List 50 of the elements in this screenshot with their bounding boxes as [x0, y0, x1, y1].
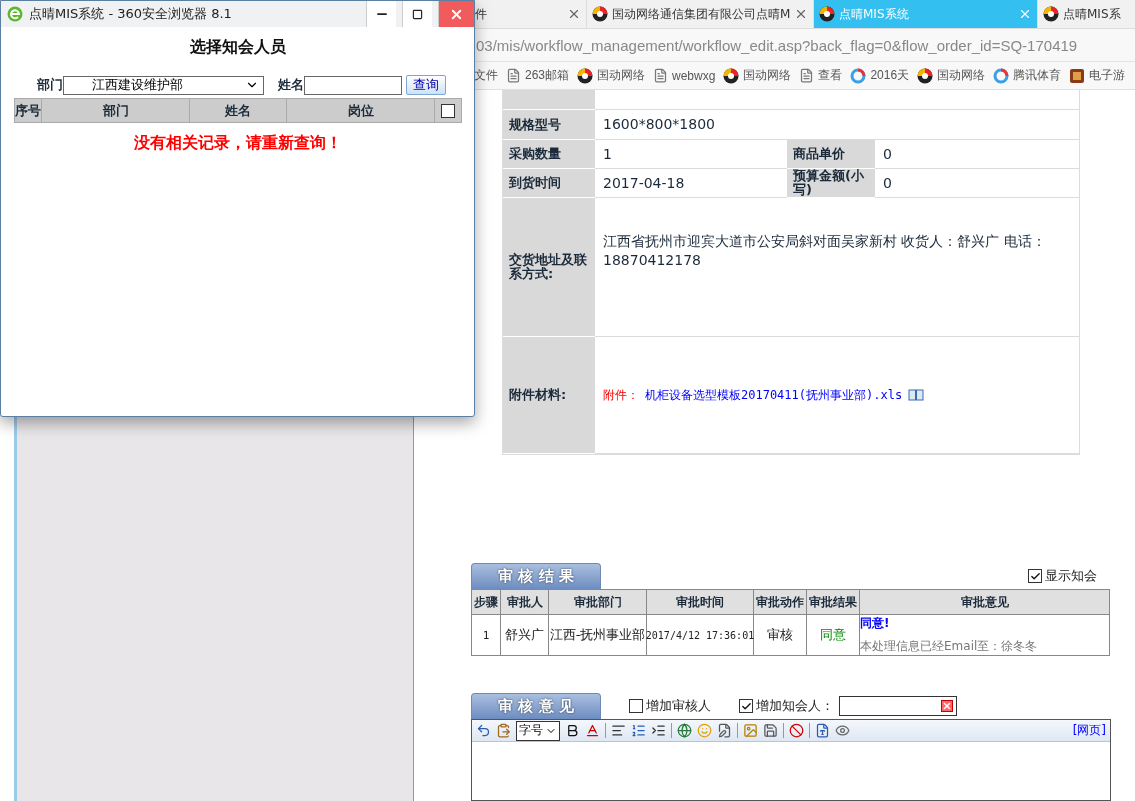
bookmark[interactable]: 查看	[799, 67, 843, 84]
field-label: 交货地址及联系方式:	[503, 198, 595, 337]
table-cell: 1	[472, 615, 501, 656]
bookmark[interactable]: 263邮箱	[506, 67, 570, 84]
bookmark[interactable]: 国动网络	[577, 67, 646, 84]
field-label: 姓名	[278, 76, 304, 94]
column-header: 岗位	[287, 99, 435, 122]
attachment-link[interactable]: 机柜设备选型模板20170411(抚州事业部).xls	[645, 386, 903, 404]
source-link[interactable]: [网页]	[1072, 722, 1106, 739]
attachment-label: 附件：	[603, 386, 639, 404]
bookmark[interactable]: 国动网络	[723, 67, 792, 84]
column-header: 序号	[15, 99, 42, 122]
notice-text: 本处理信息已经Email至：徐冬冬	[860, 638, 1039, 655]
opinion-text: 同意!	[860, 615, 891, 632]
column-header: 审批意见	[860, 590, 1110, 615]
field-label: 到货时间	[503, 169, 595, 198]
department-select[interactable]: 江西建设维护部	[63, 75, 264, 95]
checkbox-label: 增加知会人：	[756, 697, 834, 715]
column-header: 审批动作	[754, 590, 807, 615]
table-cell: 舒兴广	[501, 615, 549, 656]
column-header: 审批部门	[549, 590, 647, 615]
field-label: 部门	[37, 76, 63, 94]
bookmark[interactable]: webwxg	[653, 68, 716, 83]
column-header: 审批结果	[807, 590, 860, 615]
bookmark[interactable]: 文件	[474, 67, 498, 84]
column-header: 步骤	[472, 590, 501, 615]
table-cell: 2017/4/12 17:36:01	[647, 615, 754, 656]
dialog-heading: 选择知会人员	[188, 37, 287, 58]
checkbox-label: 增加审核人	[646, 697, 711, 715]
column-header: 姓名	[190, 99, 287, 122]
window-title: 点晴MIS系统 - 360安全浏览器 8.1	[29, 5, 233, 23]
field-label: 规格型号	[503, 110, 595, 140]
column-header: 部门	[42, 99, 190, 122]
bookmark[interactable]: 2016天	[850, 67, 910, 84]
bookmark[interactable]: 国动网络	[917, 67, 986, 84]
table-cell: 同意	[807, 615, 860, 656]
table-cell: 审核	[754, 615, 807, 656]
field-label: 附件材料:	[503, 337, 595, 454]
column-header: 审批时间	[647, 590, 754, 615]
checkbox-label: 显示知会	[1045, 567, 1097, 585]
field-label: 采购数量	[503, 140, 595, 169]
bookmark[interactable]: 电子游	[1069, 67, 1126, 84]
field-label: 预算金额(小写)	[787, 169, 875, 198]
table-cell: 江西-抚州事业部	[549, 615, 647, 656]
bookmark[interactable]: 腾讯体育	[993, 67, 1062, 84]
font-size-select[interactable]: 字号	[516, 720, 560, 741]
search-button[interactable]: 查询	[406, 75, 446, 95]
column-header: 审批人	[501, 590, 549, 615]
empty-message: 没有相关记录，请重新查询！	[132, 133, 343, 154]
field-label: 商品单价	[787, 140, 875, 169]
